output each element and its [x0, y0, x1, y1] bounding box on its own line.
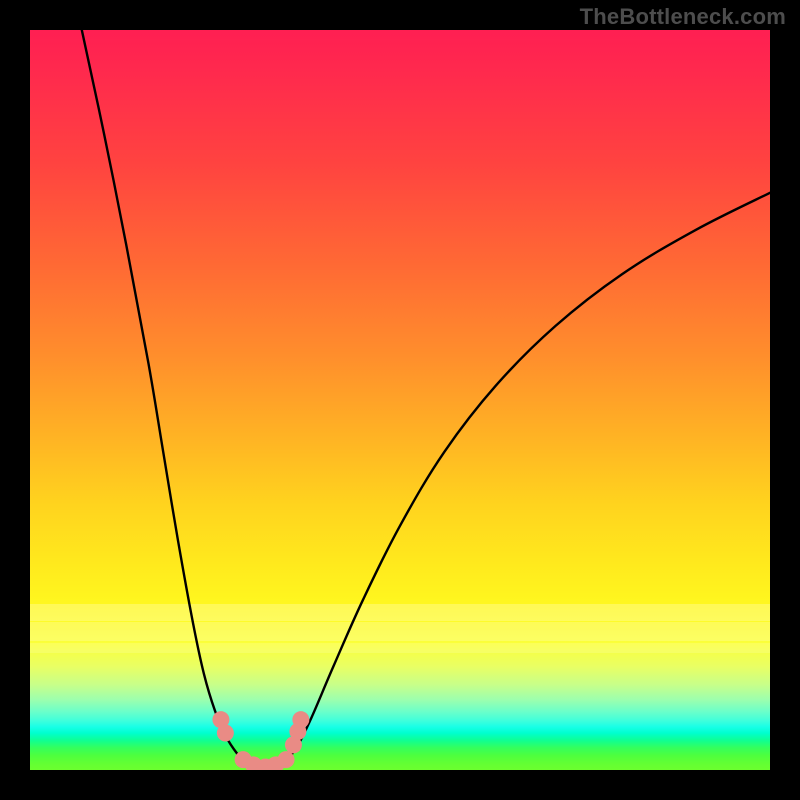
marker-dot — [217, 725, 234, 742]
bottleneck-curve — [82, 30, 770, 768]
marker-group — [212, 711, 309, 770]
chart-frame: TheBottleneck.com — [0, 0, 800, 800]
watermark-label: TheBottleneck.com — [580, 4, 786, 30]
curve-layer — [30, 30, 770, 770]
plot-area — [30, 30, 770, 770]
marker-dot — [278, 751, 295, 768]
marker-dot — [292, 711, 309, 728]
